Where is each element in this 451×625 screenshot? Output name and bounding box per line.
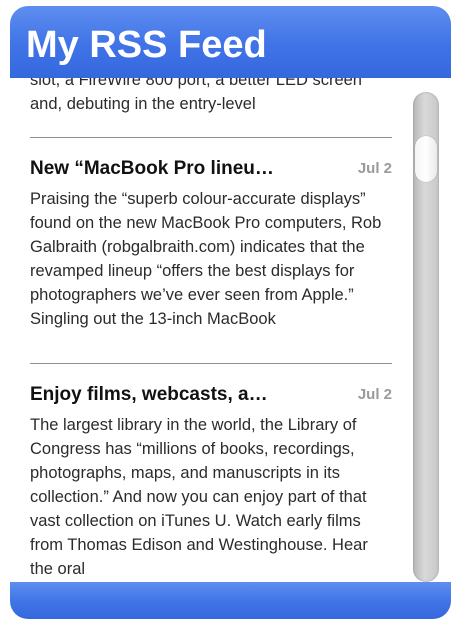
feed-item-body: The largest library in the world, the Li… <box>30 416 368 578</box>
feed-item-date: Jul 2 <box>357 160 392 177</box>
feed-divider <box>30 363 392 364</box>
rss-widget: My RSS Feed slot, a FireWire 800 port, a… <box>10 6 451 619</box>
widget-footer <box>10 582 451 619</box>
feed-item-body: Praising the “superb colour-accurate dis… <box>30 190 382 328</box>
feed-item[interactable]: New “MacBook Pro lineu… Jul 2 Praising t… <box>30 157 392 355</box>
scrollbar-thumb[interactable] <box>415 136 437 182</box>
feed-item-title[interactable]: New “MacBook Pro lineu… <box>30 157 274 181</box>
feed-item-partial[interactable]: slot, a FireWire 800 port, a better LED … <box>30 78 392 116</box>
vertical-scrollbar[interactable] <box>413 92 439 582</box>
feed-item[interactable]: Enjoy films, webcasts, a… Jul 2 The larg… <box>30 383 392 581</box>
feed-divider <box>30 137 392 138</box>
feed-item-body: slot, a FireWire 800 port, a better LED … <box>30 78 362 113</box>
feed-item-header: Enjoy films, webcasts, a… Jul 2 <box>30 383 392 413</box>
feed-item-title[interactable]: Enjoy films, webcasts, a… <box>30 383 268 407</box>
widget-title: My RSS Feed <box>26 24 267 66</box>
feed-item-header: New “MacBook Pro lineu… Jul 2 <box>30 157 392 187</box>
feed-list[interactable]: slot, a FireWire 800 port, a better LED … <box>10 78 451 582</box>
widget-header: My RSS Feed <box>10 6 451 78</box>
feed-item-date: Jul 2 <box>357 386 392 403</box>
